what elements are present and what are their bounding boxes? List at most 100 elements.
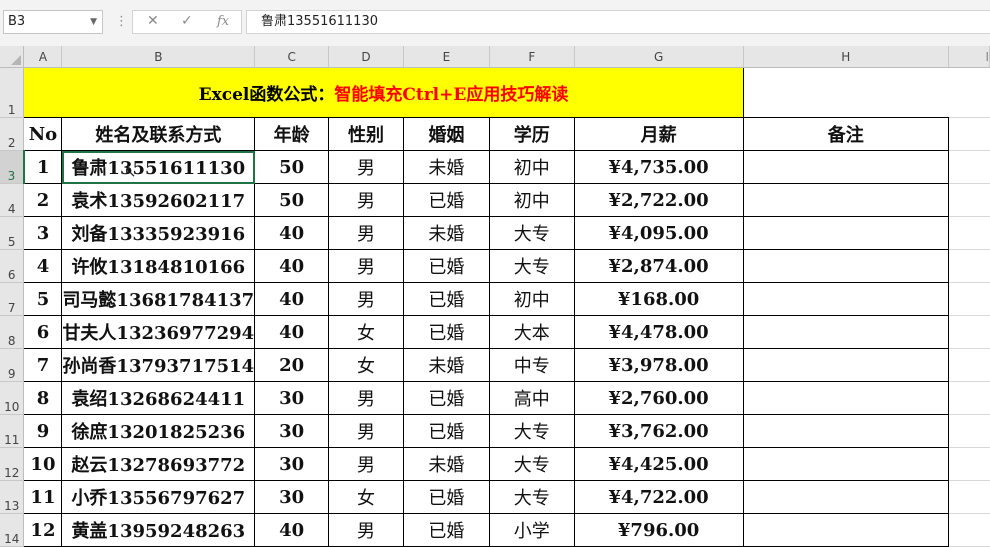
row-header-1[interactable]: 1	[0, 67, 25, 118]
cell-age[interactable]: 40	[254, 513, 330, 547]
header-age[interactable]: 年龄	[254, 117, 330, 151]
cell-salary[interactable]: ¥4,425.00	[573, 447, 744, 481]
cell-education[interactable]: 大专	[488, 447, 575, 481]
cell-name[interactable]: 司马懿13681784137	[61, 282, 256, 316]
cell-name[interactable]: 甘夫人13236977294	[61, 315, 256, 349]
cell-age[interactable]: 30	[254, 447, 330, 481]
cell-remark[interactable]	[742, 348, 950, 382]
cell-remark[interactable]	[742, 183, 950, 217]
cell-marriage[interactable]: 已婚	[403, 183, 490, 217]
select-all-corner[interactable]	[0, 46, 25, 68]
cell-salary[interactable]: ¥2,722.00	[573, 183, 744, 217]
cell-name[interactable]: 许攸13184810166	[61, 249, 256, 283]
cell-name[interactable]: 赵云13278693772	[61, 447, 256, 481]
formula-input[interactable]: 鲁肃13551611130	[246, 10, 990, 34]
cell-i[interactable]	[948, 513, 990, 547]
column-header-g[interactable]: G	[574, 46, 744, 68]
header-marriage[interactable]: 婚姻	[403, 117, 490, 151]
cell-no[interactable]: 4	[23, 249, 63, 283]
row-header-6[interactable]: 6	[0, 249, 25, 283]
row-header-3[interactable]: 3	[0, 150, 25, 184]
cell-salary[interactable]: ¥4,478.00	[573, 315, 744, 349]
cell-i[interactable]	[948, 150, 990, 184]
cell-marriage[interactable]: 已婚	[403, 414, 490, 448]
cell-remark[interactable]	[742, 447, 950, 481]
row-header-13[interactable]: 13	[0, 480, 25, 514]
cell-name[interactable]: 鲁肃13551611130	[61, 150, 256, 184]
cell-age[interactable]: 30	[254, 414, 330, 448]
chevron-down-icon[interactable]: ▼	[90, 11, 97, 33]
row-header-4[interactable]: 4	[0, 183, 25, 217]
cell-salary[interactable]: ¥4,095.00	[573, 216, 744, 250]
cell-marriage[interactable]: 已婚	[403, 282, 490, 316]
cell-name[interactable]: 刘备13335923916	[61, 216, 256, 250]
cell-salary[interactable]: ¥2,874.00	[573, 249, 744, 283]
cell-name[interactable]: 黄盖13959248263	[61, 513, 256, 547]
cell-remark[interactable]	[742, 480, 950, 514]
row-header-7[interactable]: 7	[0, 282, 25, 316]
name-box[interactable]: B3 ▼	[3, 10, 103, 34]
row-header-9[interactable]: 9	[0, 348, 25, 382]
cell-gender[interactable]: 男	[328, 447, 404, 481]
cell-remark[interactable]	[742, 513, 950, 547]
row-header-11[interactable]: 11	[0, 414, 25, 448]
cell-education[interactable]: 高中	[488, 381, 575, 415]
cell-gender[interactable]: 女	[328, 480, 404, 514]
cell-age[interactable]: 40	[254, 282, 330, 316]
cell-education[interactable]: 大专	[488, 414, 575, 448]
cell-i[interactable]	[948, 183, 990, 217]
header-no[interactable]: No	[23, 117, 63, 151]
cell-name[interactable]: 小乔13556797627	[61, 480, 256, 514]
cell-i2[interactable]	[948, 117, 990, 151]
cell-education[interactable]: 大本	[488, 315, 575, 349]
cell-marriage[interactable]: 未婚	[403, 447, 490, 481]
cell-age[interactable]: 30	[254, 480, 330, 514]
cell-education[interactable]: 初中	[488, 183, 575, 217]
cell-gender[interactable]: 男	[328, 414, 404, 448]
cell-i[interactable]	[948, 348, 990, 382]
cell-marriage[interactable]: 已婚	[403, 249, 490, 283]
cell-age[interactable]: 20	[254, 348, 330, 382]
cell-education[interactable]: 大专	[488, 249, 575, 283]
cell-education[interactable]: 大专	[488, 216, 575, 250]
cell-i[interactable]	[948, 216, 990, 250]
cell-education[interactable]: 初中	[488, 282, 575, 316]
cell-age[interactable]: 40	[254, 249, 330, 283]
header-name[interactable]: 姓名及联系方式	[61, 117, 256, 151]
cell-h1-extra[interactable]	[742, 67, 949, 118]
column-header-e[interactable]: E	[403, 46, 490, 68]
row-header-8[interactable]: 8	[0, 315, 25, 349]
cell-marriage[interactable]: 已婚	[403, 480, 490, 514]
cell-name[interactable]: 袁术13592602117	[61, 183, 256, 217]
cell-gender[interactable]: 男	[328, 381, 404, 415]
cell-gender[interactable]: 男	[328, 513, 404, 547]
column-header-a[interactable]: A	[23, 46, 63, 68]
cell-gender[interactable]: 女	[328, 348, 404, 382]
header-remark[interactable]: 备注	[742, 117, 950, 151]
cell-name[interactable]: 孙尚香13793717514	[61, 348, 256, 382]
cell-no[interactable]: 11	[23, 480, 63, 514]
cell-i[interactable]	[948, 381, 990, 415]
row-header-2[interactable]: 2	[0, 117, 25, 151]
check-icon[interactable]: ✓	[181, 13, 193, 29]
cell-no[interactable]: 6	[23, 315, 63, 349]
header-salary[interactable]: 月薪	[573, 117, 744, 151]
cell-i1[interactable]	[948, 67, 990, 118]
cell-age[interactable]: 50	[254, 150, 330, 184]
cell-i[interactable]	[948, 414, 990, 448]
cell-salary[interactable]: ¥4,735.00	[573, 150, 744, 184]
cell-gender[interactable]: 男	[328, 282, 404, 316]
cell-no[interactable]: 7	[23, 348, 63, 382]
cell-remark[interactable]	[742, 282, 950, 316]
cell-marriage[interactable]: 已婚	[403, 381, 490, 415]
cell-name[interactable]: 徐庶13201825236	[61, 414, 256, 448]
cell-age[interactable]: 40	[254, 216, 330, 250]
column-header-i[interactable]: I	[948, 46, 990, 68]
cell-no[interactable]: 12	[23, 513, 63, 547]
column-header-c[interactable]: C	[254, 46, 330, 68]
cell-age[interactable]: 40	[254, 315, 330, 349]
close-icon[interactable]: ✕	[147, 13, 159, 29]
cell-gender[interactable]: 男	[328, 150, 404, 184]
cell-education[interactable]: 大专	[488, 480, 575, 514]
cell-no[interactable]: 9	[23, 414, 63, 448]
